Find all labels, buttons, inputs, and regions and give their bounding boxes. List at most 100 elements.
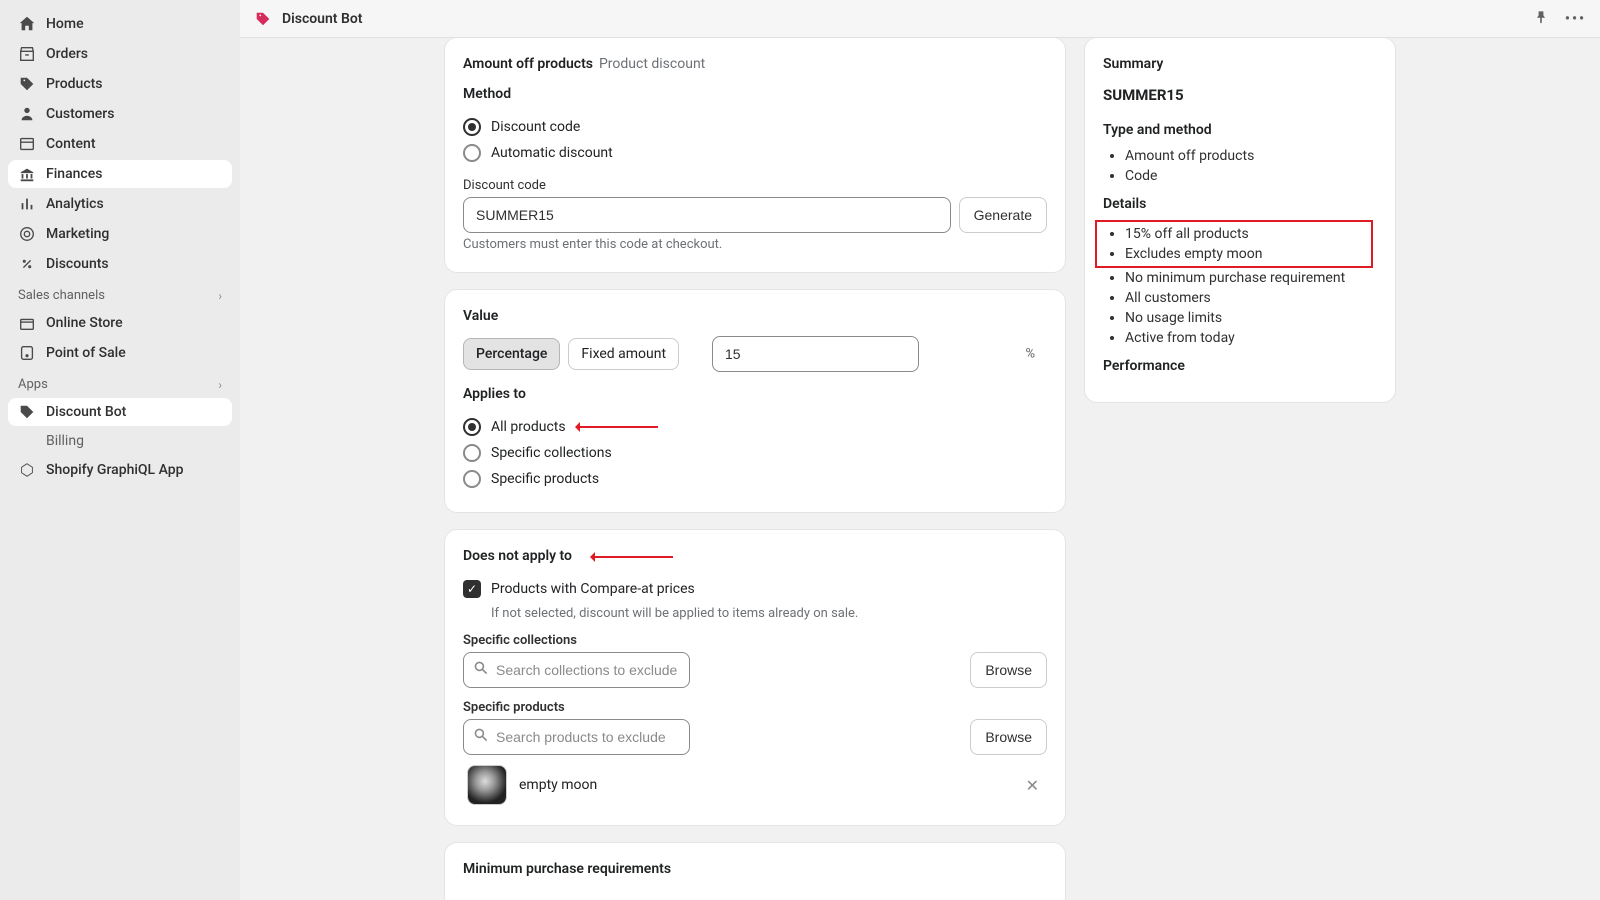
list-item: Active from today: [1125, 328, 1377, 348]
nav-customers[interactable]: Customers: [8, 100, 232, 128]
nav-label: Shopify GraphiQL App: [46, 462, 184, 478]
search-icon: [473, 660, 489, 680]
discount-code-input[interactable]: [463, 197, 951, 233]
chevron-right-icon: ›: [218, 378, 222, 392]
list-item: No usage limits: [1125, 308, 1377, 328]
nav-label: Point of Sale: [46, 345, 126, 361]
nav-graphiql[interactable]: Shopify GraphiQL App: [8, 456, 232, 484]
radio-specific-products[interactable]: Specific products: [463, 466, 1047, 492]
card-subtitle: Product discount: [599, 56, 705, 72]
radio-automatic[interactable]: Automatic discount: [463, 140, 1047, 166]
graphiql-icon: [18, 461, 36, 479]
list-item: Excludes empty moon: [1125, 244, 1365, 264]
summary-header: Summary: [1103, 56, 1377, 72]
generate-button[interactable]: Generate: [959, 197, 1047, 233]
radio-label: Automatic discount: [491, 145, 613, 161]
summary-details-header: Details: [1103, 196, 1377, 212]
content-icon: [18, 135, 36, 153]
nav-discount-bot[interactable]: Discount Bot: [8, 398, 232, 426]
annotation-arrow: [593, 556, 673, 558]
highlight-annotation: 15% off all products Excludes empty moon: [1095, 220, 1373, 268]
nav-pos[interactable]: Point of Sale: [8, 339, 232, 367]
seg-fixed[interactable]: Fixed amount: [568, 338, 679, 370]
summary-card: Summary SUMMER15 Type and method Amount …: [1085, 38, 1395, 402]
exclude-products-search[interactable]: [463, 719, 690, 755]
radio-icon: [463, 444, 481, 462]
target-icon: [18, 225, 36, 243]
summary-code: SUMMER15: [1103, 86, 1377, 104]
radio-discount-code[interactable]: Discount code: [463, 114, 1047, 140]
seg-percentage[interactable]: Percentage: [463, 338, 560, 370]
nav-products[interactable]: Products: [8, 70, 232, 98]
person-icon: [18, 105, 36, 123]
nav-label: Finances: [46, 166, 102, 182]
analytics-icon: [18, 195, 36, 213]
browse-collections-button[interactable]: Browse: [970, 652, 1047, 688]
exclude-header: Does not apply to: [463, 548, 1047, 564]
browse-products-button[interactable]: Browse: [970, 719, 1047, 755]
value-type-segmented: Percentage Fixed amount: [463, 338, 679, 370]
nav-billing[interactable]: Billing: [8, 428, 232, 454]
radio-icon: [463, 470, 481, 488]
nav-content[interactable]: Content: [8, 130, 232, 158]
nav-discounts[interactable]: Discounts: [8, 250, 232, 278]
page-title: Discount Bot: [282, 11, 363, 27]
discount-method-card: Amount off products Product discount Met…: [445, 38, 1065, 272]
card-title: Amount off products: [463, 56, 593, 72]
summary-type-list: Amount off products Code: [1103, 146, 1377, 186]
radio-all-products[interactable]: All products: [463, 414, 1047, 440]
nav-orders[interactable]: Orders: [8, 40, 232, 68]
radio-specific-collections[interactable]: Specific collections: [463, 440, 1047, 466]
apps-header[interactable]: Apps›: [8, 369, 232, 396]
list-item: Code: [1125, 166, 1377, 186]
nav-analytics[interactable]: Analytics: [8, 190, 232, 218]
list-item: No minimum purchase requirement: [1125, 268, 1377, 288]
summary-performance-header: Performance: [1103, 358, 1377, 374]
list-item: 15% off all products: [1125, 224, 1365, 244]
app-tag-icon: [18, 403, 36, 421]
nav-label: Content: [46, 136, 96, 152]
radio-label: Specific products: [491, 471, 599, 487]
topbar: Discount Bot •••: [240, 0, 1600, 38]
code-help-text: Customers must enter this code at checko…: [463, 237, 1047, 252]
list-item: All customers: [1125, 288, 1377, 308]
tag-icon: [18, 75, 36, 93]
pin-icon[interactable]: [1533, 9, 1549, 29]
nav-marketing[interactable]: Marketing: [8, 220, 232, 248]
applies-to-header: Applies to: [463, 386, 1047, 402]
radio-icon: [463, 144, 481, 162]
nav-label: Online Store: [46, 315, 123, 331]
nav-online-store[interactable]: Online Store: [8, 309, 232, 337]
method-header: Method: [463, 86, 1047, 102]
radio-label: Specific collections: [491, 445, 612, 461]
home-icon: [18, 15, 36, 33]
store-icon: [18, 314, 36, 332]
excluded-product-row: empty moon ✕: [463, 755, 1047, 805]
orders-icon: [18, 45, 36, 63]
chevron-right-icon: ›: [218, 289, 222, 303]
more-icon[interactable]: •••: [1565, 11, 1586, 27]
summary-details-list: No minimum purchase requirement All cust…: [1103, 268, 1377, 348]
nav-finances[interactable]: Finances: [8, 160, 232, 188]
app-tag-icon: [254, 10, 272, 28]
exclude-collections-search[interactable]: [463, 652, 690, 688]
discount-icon: [18, 255, 36, 273]
checkbox-compare-at[interactable]: ✓ Products with Compare-at prices: [463, 576, 1047, 602]
sales-channels-header[interactable]: Sales channels›: [8, 280, 232, 307]
nav-label: Analytics: [46, 196, 104, 212]
exclude-collections-label: Specific collections: [463, 633, 1047, 648]
bank-icon: [18, 165, 36, 183]
sidebar: Home Orders Products Customers Content F…: [0, 0, 240, 900]
search-icon: [473, 727, 489, 747]
nav-label: Orders: [46, 46, 88, 62]
nav-home[interactable]: Home: [8, 10, 232, 38]
remove-excluded-button[interactable]: ✕: [1022, 772, 1043, 799]
value-amount-input[interactable]: [712, 336, 919, 372]
nav-label: Billing: [46, 433, 84, 449]
compare-help: If not selected, discount will be applie…: [491, 606, 1047, 621]
radio-icon: [463, 118, 481, 136]
percent-suffix: %: [1025, 347, 1035, 362]
exclude-products-label: Specific products: [463, 700, 1047, 715]
nav-label: Discount Bot: [46, 404, 126, 420]
code-label: Discount code: [463, 178, 1047, 193]
